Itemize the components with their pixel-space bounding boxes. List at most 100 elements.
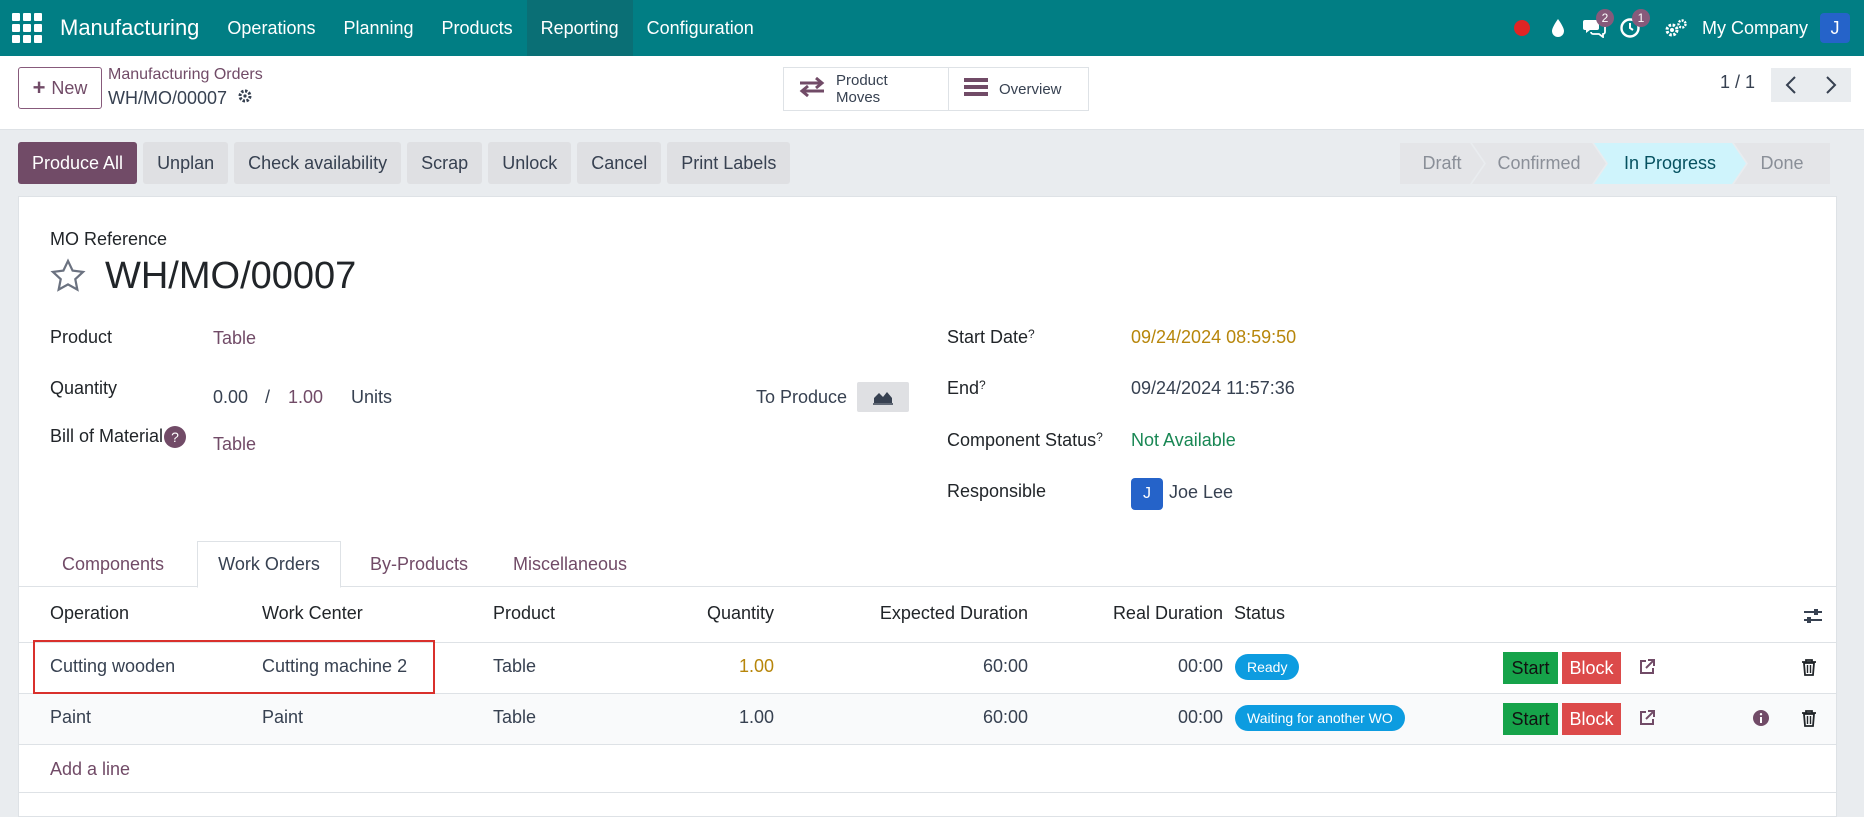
print-labels-button[interactable]: Print Labels [667, 142, 791, 184]
col-real-duration[interactable]: Real Duration [1043, 603, 1223, 624]
component-status-label-text: Component Status [947, 430, 1097, 450]
produce-all-button[interactable]: Produce All [18, 142, 138, 184]
new-button-label: New [51, 77, 88, 98]
start-button[interactable]: Start [1503, 703, 1558, 735]
product-moves-button[interactable]: Product Moves [784, 68, 948, 110]
menu-planning[interactable]: Planning [329, 0, 427, 56]
external-link-icon[interactable] [1636, 656, 1658, 678]
help-icon[interactable]: ? [164, 426, 187, 448]
pager-value[interactable]: 1 / 1 [1720, 72, 1755, 93]
status-badge: Waiting for another WO [1235, 705, 1405, 731]
control-panel: + New Manufacturing Orders WH/MO/00007 P… [0, 56, 1864, 130]
menu-reporting[interactable]: Reporting [526, 0, 633, 56]
product-moves-label: Product Moves [836, 72, 888, 106]
row-expected-duration[interactable]: 60:00 [799, 707, 1028, 728]
block-button[interactable]: Block [1562, 703, 1621, 735]
col-expected-duration[interactable]: Expected Duration [799, 603, 1028, 624]
menu-configuration[interactable]: Configuration [633, 0, 768, 56]
tab-work-orders[interactable]: Work Orders [197, 541, 341, 588]
bom-label-text: Bill of Material [50, 426, 164, 446]
end-date-label: End? [947, 378, 986, 399]
chat-icon[interactable]: 2 [1576, 0, 1614, 56]
new-button[interactable]: + New [18, 67, 102, 109]
cancel-button[interactable]: Cancel [577, 142, 662, 184]
qty-produced-field[interactable]: 0.00 [213, 387, 248, 408]
responsible-field[interactable]: Joe Lee [1169, 482, 1233, 503]
product-field[interactable]: Table [213, 328, 256, 349]
qty-total-field[interactable]: 1.00 [288, 387, 323, 408]
breadcrumb-parent-link[interactable]: Manufacturing Orders [108, 66, 263, 84]
action-buttons: Produce All Unplan Check availability Sc… [18, 142, 791, 184]
tab-by-products[interactable]: By-Products [357, 541, 481, 588]
settings-gears-icon[interactable] [1658, 0, 1694, 56]
breadcrumb-current-label: WH/MO/00007 [108, 88, 228, 108]
col-product[interactable]: Product [493, 603, 555, 624]
trash-icon[interactable] [1798, 707, 1820, 729]
block-button[interactable]: Block [1562, 652, 1621, 684]
app-name[interactable]: Manufacturing [54, 15, 213, 41]
overview-button[interactable]: Overview [948, 68, 1088, 110]
apps-menu-icon[interactable] [0, 0, 54, 56]
bom-label: Bill of Material? [50, 426, 187, 448]
external-link-icon[interactable] [1636, 707, 1658, 729]
optional-columns-icon[interactable] [1802, 605, 1824, 627]
transfer-arrows-icon [798, 76, 826, 101]
start-date-field[interactable]: 09/24/2024 08:59:50 [1131, 327, 1296, 348]
list-bars-icon [963, 77, 989, 101]
product-label: Product [50, 327, 113, 347]
stage-confirmed[interactable]: Confirmed [1472, 143, 1606, 184]
row-expected-duration[interactable]: 60:00 [799, 656, 1028, 677]
star-icon[interactable] [49, 257, 87, 295]
top-navbar: Manufacturing Operations Planning Produc… [0, 0, 1864, 56]
menu-products[interactable]: Products [428, 0, 527, 56]
end-date-help-mark[interactable]: ? [979, 378, 986, 392]
tab-miscellaneous[interactable]: Miscellaneous [496, 541, 644, 588]
component-status-label: Component Status? [947, 430, 1103, 451]
col-work-center[interactable]: Work Center [262, 603, 363, 624]
gear-icon[interactable] [237, 88, 253, 109]
pager-previous-button[interactable] [1771, 68, 1811, 102]
check-availability-button[interactable]: Check availability [234, 142, 402, 184]
breadcrumb-current: WH/MO/00007 [108, 88, 253, 109]
start-button[interactable]: Start [1503, 652, 1558, 684]
tab-components[interactable]: Components [54, 541, 172, 588]
table-divider [19, 744, 1836, 745]
stage-statusbar: Draft Confirmed In Progress Done [1400, 143, 1830, 184]
unplan-button[interactable]: Unplan [143, 142, 229, 184]
stage-draft[interactable]: Draft [1400, 143, 1484, 184]
info-icon[interactable] [1750, 707, 1772, 729]
overview-label: Overview [999, 80, 1062, 98]
stage-in-progress[interactable]: In Progress [1594, 143, 1746, 184]
activity-count-badge: 1 [1631, 9, 1650, 27]
user-avatar[interactable]: J [1820, 13, 1850, 43]
row-product[interactable]: Table [493, 707, 536, 728]
quantity-label: Quantity [50, 378, 118, 398]
col-quantity[interactable]: Quantity [604, 603, 774, 624]
end-date-field[interactable]: 09/24/2024 11:57:36 [1131, 378, 1295, 399]
status-badge: Ready [1235, 654, 1300, 680]
recording-icon[interactable] [1504, 0, 1540, 56]
row-quantity[interactable]: 1.00 [604, 656, 774, 677]
menu-operations[interactable]: Operations [213, 0, 329, 56]
row-real-duration[interactable]: 00:00 [1043, 707, 1223, 728]
forecast-chart-button[interactable] [857, 382, 909, 412]
trash-icon[interactable] [1798, 656, 1820, 678]
component-status-help-mark[interactable]: ? [1096, 430, 1103, 444]
pager-next-button[interactable] [1811, 68, 1851, 102]
row-quantity[interactable]: 1.00 [604, 707, 774, 728]
add-line-link[interactable]: Add a line [50, 759, 130, 780]
scrap-button[interactable]: Scrap [407, 142, 483, 184]
start-date-help-mark[interactable]: ? [1028, 327, 1035, 341]
stage-done[interactable]: Done [1734, 143, 1830, 184]
bom-field[interactable]: Table [213, 434, 256, 455]
row-work-center[interactable]: Paint [262, 707, 303, 728]
company-switcher[interactable]: My Company [1694, 18, 1820, 39]
activity-clock-icon[interactable]: 1 [1612, 0, 1650, 56]
unlock-button[interactable]: Unlock [488, 142, 572, 184]
row-operation[interactable]: Paint [50, 707, 91, 728]
droplet-icon[interactable] [1540, 0, 1576, 56]
col-operation[interactable]: Operation [50, 603, 129, 624]
col-status[interactable]: Status [1234, 603, 1285, 624]
row-product[interactable]: Table [493, 656, 536, 677]
row-real-duration[interactable]: 00:00 [1043, 656, 1223, 677]
